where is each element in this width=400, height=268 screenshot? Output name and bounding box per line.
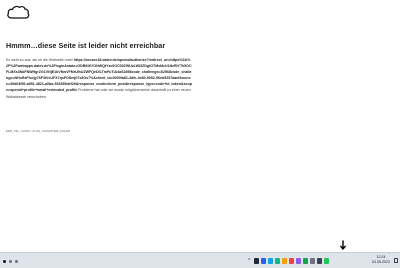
task-view-icon[interactable] [15, 259, 18, 263]
clock-date: 03.05.2023 [372, 260, 390, 265]
taskbar-left [3, 258, 18, 264]
tray-app-icon[interactable] [288, 258, 295, 264]
chevron-up-icon[interactable]: ^ [248, 258, 250, 264]
battery-icon[interactable] [323, 258, 330, 264]
start-icon[interactable] [3, 259, 6, 263]
cloud-icon [7, 5, 30, 19]
browser-error-page: Hmmm…diese Seite ist leider nicht erreic… [0, 0, 400, 252]
tray-app-icon[interactable] [302, 258, 309, 264]
tray-app-icon[interactable] [260, 258, 267, 264]
tray-app-icon[interactable] [295, 258, 302, 264]
error-heading: Hmmm…diese Seite ist leider nicht erreic… [6, 41, 166, 50]
network-icon[interactable] [309, 258, 316, 264]
mouse-cursor-icon [340, 240, 346, 250]
volume-icon[interactable] [316, 258, 323, 264]
tray-app-icon[interactable] [267, 258, 274, 264]
error-code: ERR_SSL_CLIENT_AUTH_SIGNATURE_FAILED [6, 129, 71, 133]
notification-icon[interactable] [394, 258, 398, 263]
tray-app-icon[interactable] [253, 258, 260, 264]
taskbar-clock[interactable]: 12:24 03.05.2023 [368, 255, 394, 266]
error-message-intro: Es sieht so aus, als ob die Webseite unt… [6, 58, 74, 62]
error-message: Es sieht so aus, als ob die Webseite unt… [6, 57, 192, 100]
tray-app-icon[interactable] [281, 258, 288, 264]
search-icon[interactable] [9, 259, 12, 263]
taskbar: ^ 12:24 03.05.2023 [0, 252, 400, 268]
system-tray: ^ [248, 256, 330, 266]
tray-app-icon[interactable] [274, 258, 281, 264]
